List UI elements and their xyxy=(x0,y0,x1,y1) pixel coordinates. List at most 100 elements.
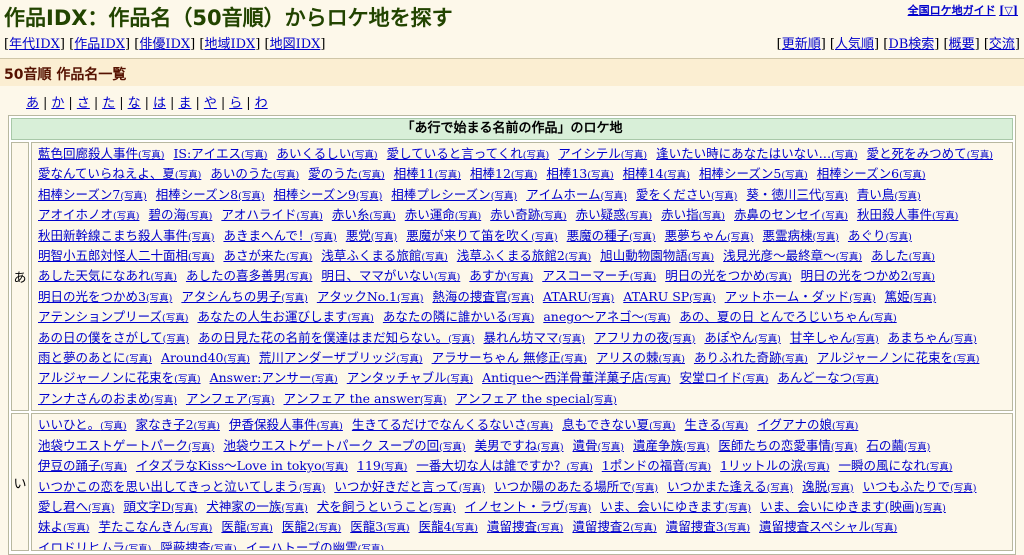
photo-link[interactable]: (写真) xyxy=(88,503,114,514)
photo-link[interactable]: (写真) xyxy=(852,374,878,385)
photo-link[interactable]: (写真) xyxy=(870,313,896,324)
work-title-link[interactable]: 伊豆の踊子 xyxy=(38,458,101,473)
work-title-link[interactable]: 遺留捜査スペシャル xyxy=(759,519,871,534)
photo-link[interactable]: (写真) xyxy=(511,170,537,181)
photo-link[interactable]: (写真) xyxy=(186,211,212,222)
work-title-link[interactable]: 悪霊病棟 xyxy=(763,228,813,243)
work-title-link[interactable]: イーハトーブの幽霊 xyxy=(246,540,358,551)
work-title-link[interactable]: いつかまた逢える xyxy=(667,479,767,494)
photo-link[interactable]: (写真) xyxy=(932,211,958,222)
photo-link[interactable]: (写真) xyxy=(909,272,935,283)
photo-link[interactable]: (写真) xyxy=(821,191,847,202)
work-title-link[interactable]: あした天気になあれ xyxy=(38,268,151,283)
photo-link[interactable]: (写真) xyxy=(369,211,395,222)
work-title-link[interactable]: イノセント・ラヴ xyxy=(465,499,565,514)
work-title-link[interactable]: 雨と夢のあとに xyxy=(38,350,126,365)
work-title-link[interactable]: 相棒シーズン5 xyxy=(699,166,781,181)
photo-link[interactable]: (写真) xyxy=(310,232,336,243)
photo-link[interactable]: (写真) xyxy=(909,252,935,263)
work-title-link[interactable]: アタックNo.1 xyxy=(317,289,397,304)
photo-link[interactable]: (写真) xyxy=(527,421,553,432)
photo-link[interactable]: (写真) xyxy=(358,170,384,181)
nav-community[interactable]: 交流 xyxy=(989,37,1015,52)
work-title-link[interactable]: 甘辛しゃん xyxy=(790,330,853,345)
photo-link[interactable]: (写真) xyxy=(919,503,945,514)
nav-map-index[interactable]: 地図IDX xyxy=(270,37,321,52)
work-title-link[interactable]: 赤い奇跡 xyxy=(490,207,540,222)
site-guide-link[interactable]: 全国ロケ地ガイド xyxy=(908,4,996,17)
work-title-link[interactable]: 芋たこなんきん xyxy=(98,519,186,534)
photo-link[interactable]: (写真) xyxy=(827,483,853,494)
work-title-link[interactable]: アタシんちの男子 xyxy=(181,289,281,304)
photo-link[interactable]: (写真) xyxy=(561,354,587,365)
work-title-link[interactable]: 赤鼻のセンセイ xyxy=(734,207,822,222)
work-title-link[interactable]: 生きてるだけでなんくるないさ xyxy=(352,417,527,432)
work-title-link[interactable]: 遺留捜査 xyxy=(487,519,537,534)
work-title-link[interactable]: Around40 xyxy=(161,350,224,365)
work-title-link[interactable]: あなたの人生お運びします xyxy=(197,309,347,324)
photo-link[interactable]: (写真) xyxy=(439,442,465,453)
work-title-link[interactable]: 息もできない夏 xyxy=(562,417,649,432)
work-title-link[interactable]: 秋田殺人事件 xyxy=(857,207,932,222)
work-title-link[interactable]: アットホーム・ダッド xyxy=(725,289,850,304)
photo-link[interactable]: (写真) xyxy=(601,191,627,202)
work-title-link[interactable]: 一番大切な人は誰ですか？ xyxy=(416,458,566,473)
work-title-link[interactable]: イタズラなKiss～Love in tokyo xyxy=(136,458,322,473)
photo-link[interactable]: (写真) xyxy=(238,191,264,202)
work-title-link[interactable]: 悪魔の種子 xyxy=(567,228,630,243)
work-title-link[interactable]: あぽやん xyxy=(704,330,754,345)
photo-link[interactable]: (写真) xyxy=(950,483,976,494)
work-title-link[interactable]: 生きる xyxy=(685,417,722,432)
work-title-link[interactable]: あなたの隣に誰かいる xyxy=(383,309,508,324)
photo-link[interactable]: (写真) xyxy=(899,170,925,181)
work-title-link[interactable]: 遺留捜査3 xyxy=(666,519,724,534)
photo-link[interactable]: (写真) xyxy=(315,523,341,534)
photo-link[interactable]: (写真) xyxy=(316,421,342,432)
work-title-link[interactable]: 悪夢ちゃん xyxy=(665,228,728,243)
photo-link[interactable]: (写真) xyxy=(689,293,715,304)
work-title-link[interactable]: いつもふたりで xyxy=(863,479,951,494)
work-title-link[interactable]: 逸脱 xyxy=(802,479,827,494)
photo-link[interactable]: (写真) xyxy=(683,442,709,453)
photo-link[interactable]: (写真) xyxy=(852,334,878,345)
photo-link[interactable]: (写真) xyxy=(381,462,407,473)
work-title-link[interactable]: アオハライド xyxy=(221,207,296,222)
photo-link[interactable]: (写真) xyxy=(311,374,337,385)
kana-link-wa[interactable]: わ xyxy=(255,96,268,111)
photo-link[interactable]: (写真) xyxy=(296,211,322,222)
photo-link[interactable]: (写真) xyxy=(727,232,753,243)
photo-link[interactable]: (写真) xyxy=(722,421,748,432)
work-title-link[interactable]: 赤い疑惑 xyxy=(576,207,626,222)
photo-link[interactable]: (写真) xyxy=(194,421,220,432)
work-title-link[interactable]: 熱海の捜査官 xyxy=(432,289,507,304)
work-title-link[interactable]: あきまへんで！ xyxy=(223,228,310,243)
work-title-link[interactable]: 遺産争族 xyxy=(633,438,683,453)
work-title-link[interactable]: あの日見た花の名前を僕達はまだ知らない。 xyxy=(198,330,448,345)
work-title-link[interactable]: 遺骨 xyxy=(573,438,598,453)
work-title-link[interactable]: 愛なんていらねえよ、夏 xyxy=(38,166,175,181)
work-title-link[interactable]: 愛をください xyxy=(636,187,711,202)
work-title-link[interactable]: 浅草ふくまる旅館 xyxy=(321,248,421,263)
kana-link-ha[interactable]: は xyxy=(153,96,166,111)
work-title-link[interactable]: 葵・徳川三代 xyxy=(746,187,821,202)
photo-link[interactable]: (写真) xyxy=(590,395,616,406)
work-title-link[interactable]: 相棒11 xyxy=(394,166,435,181)
photo-link[interactable]: (写真) xyxy=(491,191,517,202)
photo-link[interactable]: (写真) xyxy=(174,374,200,385)
photo-link[interactable]: (写真) xyxy=(286,272,312,283)
photo-link[interactable]: (写真) xyxy=(630,272,656,283)
work-title-link[interactable]: 明日の光をつかめ xyxy=(665,268,765,283)
work-title-link[interactable]: 愛と死をみつめて xyxy=(867,146,967,161)
work-title-link[interactable]: アンタッチャブル xyxy=(347,370,447,385)
photo-link[interactable]: (写真) xyxy=(138,150,164,161)
photo-link[interactable]: (写真) xyxy=(100,421,126,432)
photo-link[interactable]: (写真) xyxy=(754,334,780,345)
photo-link[interactable]: (写真) xyxy=(566,462,592,473)
work-title-link[interactable]: 119 xyxy=(357,458,381,473)
photo-link[interactable]: (写真) xyxy=(967,150,993,161)
work-title-link[interactable]: 石の繭 xyxy=(866,438,904,453)
nav-work-index[interactable]: 作品IDX xyxy=(74,37,125,52)
kana-link-sa[interactable]: さ xyxy=(77,96,90,111)
work-title-link[interactable]: あいのうた xyxy=(210,166,273,181)
photo-link[interactable]: (写真) xyxy=(434,272,460,283)
